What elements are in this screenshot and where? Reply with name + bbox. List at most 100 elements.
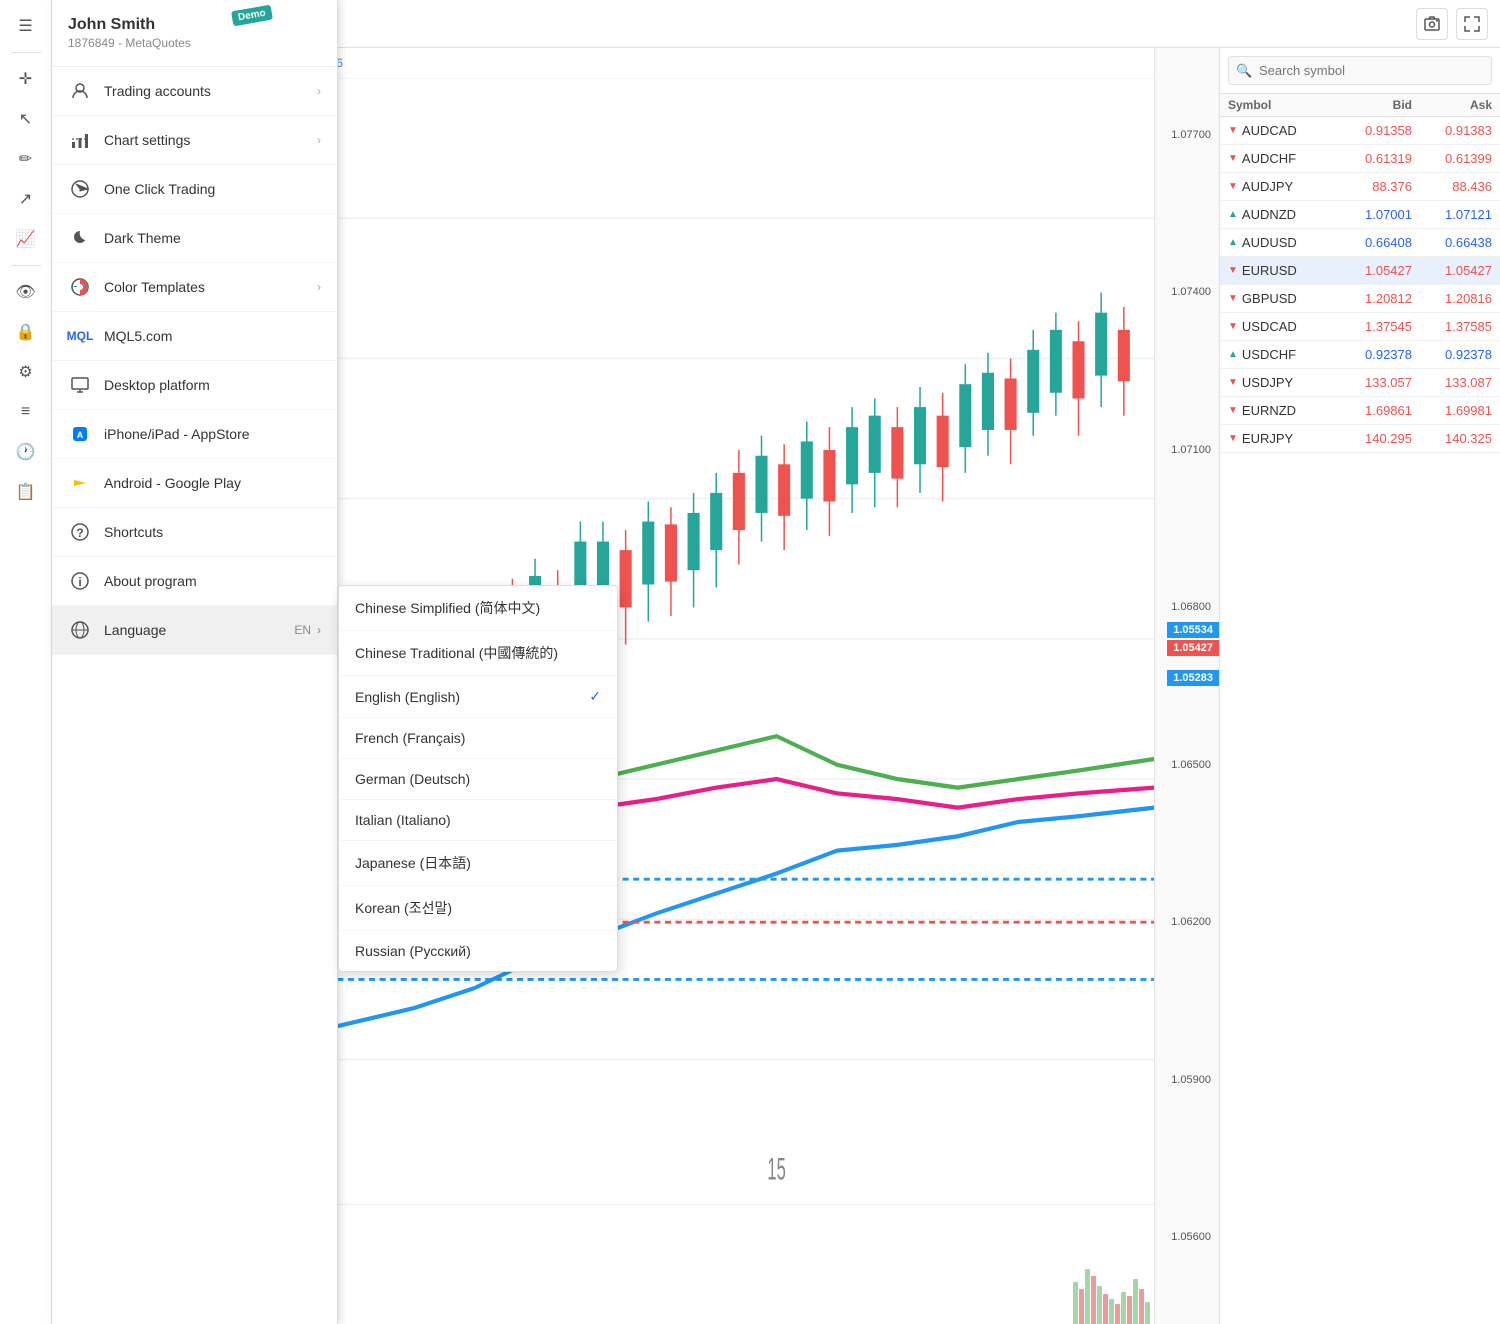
menu-overlay: John Smith 1876849 - MetaQuotes Demo Tra…	[52, 0, 338, 1324]
menu-items-list: Trading accounts › Chart settings › One …	[52, 67, 337, 1324]
ask-value: 140.325	[1412, 431, 1492, 446]
calendar-icon[interactable]: 📋	[8, 474, 44, 510]
user-account: 1876849 - MetaQuotes	[68, 36, 321, 50]
price-label: 1.07400	[1159, 286, 1215, 298]
lang-label: Japanese (日本語)	[355, 853, 471, 873]
ask-value: 88.436	[1412, 179, 1492, 194]
language-code: EN	[294, 623, 311, 637]
dark-theme-label: Dark Theme	[104, 230, 321, 246]
menu-item-one-click-trading[interactable]: One Click Trading	[52, 165, 337, 214]
price-label: 1.05900	[1159, 1074, 1215, 1086]
lang-item-chinese-traditional[interactable]: Chinese Traditional (中國傳統的)	[339, 631, 617, 676]
arrow-up-icon: ▲	[1228, 349, 1238, 360]
price-box-2: 1.05427	[1167, 640, 1219, 656]
lang-item-russian[interactable]: Russian (Русский)	[339, 931, 617, 971]
left-sidebar: ☰ ✛ ↖ ✏ ↗ 📈 👁 🔒 ⚙ ≡ 🕐 📋	[0, 0, 52, 1324]
ask-value: 133.087	[1412, 375, 1492, 390]
lang-label: Korean (조선말)	[355, 898, 452, 918]
hamburger-menu-icon[interactable]: ☰	[8, 8, 44, 44]
list-item[interactable]: ▼ EURUSD 1.05427 1.05427	[1220, 257, 1500, 285]
cursor-icon[interactable]: ↖	[8, 101, 44, 137]
svg-text:?: ?	[76, 526, 83, 540]
list-item[interactable]: ▲ AUDNZD 1.07001 1.07121	[1220, 201, 1500, 229]
screenshot-button[interactable]	[1416, 8, 1448, 40]
menu-item-desktop[interactable]: Desktop platform	[52, 361, 337, 410]
search-input[interactable]	[1228, 56, 1492, 85]
arrow-down-icon: ▼	[1228, 153, 1238, 164]
orders-icon[interactable]: ≡	[8, 394, 44, 430]
chart-icon[interactable]: 📈	[8, 221, 44, 257]
lock-icon[interactable]: 🔒	[8, 314, 44, 350]
bid-value: 0.61319	[1332, 151, 1412, 166]
trading-accounts-arrow: ›	[317, 84, 321, 98]
bid-value: 1.05427	[1332, 263, 1412, 278]
price-label: 1.06500	[1159, 759, 1215, 771]
chart-settings-arrow: ›	[317, 133, 321, 147]
price-box-1: 1.05534	[1167, 622, 1219, 638]
bid-value: 1.69861	[1332, 403, 1412, 418]
list-item[interactable]: ▲ AUDUSD 0.66408 0.66438	[1220, 229, 1500, 257]
menu-item-mql5[interactable]: MQL MQL5.com	[52, 312, 337, 361]
ask-value: 1.20816	[1412, 291, 1492, 306]
language-submenu: Chinese Simplified (简体中文) Chinese Tradit…	[338, 585, 618, 972]
one-click-trading-icon	[68, 177, 92, 201]
list-item[interactable]: ▼ EURJPY 140.295 140.325	[1220, 425, 1500, 453]
menu-item-trading-accounts[interactable]: Trading accounts ›	[52, 67, 337, 116]
watchlist-header: Symbol Bid Ask	[1220, 94, 1500, 117]
lang-item-korean[interactable]: Korean (조선말)	[339, 886, 617, 931]
list-item[interactable]: ▼ AUDCHF 0.61319 0.61399	[1220, 145, 1500, 173]
fullscreen-button[interactable]	[1456, 8, 1488, 40]
lang-item-chinese-simplified[interactable]: Chinese Simplified (简体中文)	[339, 586, 617, 631]
menu-item-about[interactable]: i About program	[52, 557, 337, 606]
menu-item-shortcuts[interactable]: ? Shortcuts	[52, 508, 337, 557]
top-right-icons	[1416, 8, 1488, 40]
bid-value: 1.37545	[1332, 319, 1412, 334]
chart-settings-label: Chart settings	[104, 132, 317, 148]
color-templates-icon	[68, 275, 92, 299]
list-item[interactable]: ▲ USDCHF 0.92378 0.92378	[1220, 341, 1500, 369]
list-item[interactable]: ▼ EURNZD 1.69861 1.69981	[1220, 397, 1500, 425]
bid-value: 0.66408	[1332, 235, 1412, 250]
lang-item-japanese[interactable]: Japanese (日本語)	[339, 841, 617, 886]
list-item[interactable]: ▼ GBPUSD 1.20812 1.20816	[1220, 285, 1500, 313]
menu-item-dark-theme[interactable]: Dark Theme	[52, 214, 337, 263]
lang-item-french[interactable]: French (Français)	[339, 718, 617, 759]
list-item[interactable]: ▼ AUDJPY 88.376 88.436	[1220, 173, 1500, 201]
ask-value: 0.61399	[1412, 151, 1492, 166]
list-item[interactable]: ▼ USDCAD 1.37545 1.37585	[1220, 313, 1500, 341]
trend-icon[interactable]: ↗	[8, 181, 44, 217]
android-icon	[68, 471, 92, 495]
mql5-icon: MQL	[68, 324, 92, 348]
menu-item-color-templates[interactable]: Color Templates ›	[52, 263, 337, 312]
pencil-icon[interactable]: ✏	[8, 141, 44, 177]
user-name: John Smith	[68, 16, 321, 34]
add-tool-icon[interactable]: ✛	[8, 61, 44, 97]
list-item[interactable]: ▼ USDJPY 133.057 133.087	[1220, 369, 1500, 397]
bid-value: 140.295	[1332, 431, 1412, 446]
settings-icon[interactable]: ⚙	[8, 354, 44, 390]
svg-text:15: 15	[767, 1152, 785, 1187]
lang-item-italian[interactable]: Italian (Italiano)	[339, 800, 617, 841]
lang-label: Italian (Italiano)	[355, 812, 451, 828]
desktop-label: Desktop platform	[104, 377, 321, 393]
list-item[interactable]: ▼ AUDCAD 0.91358 0.91383	[1220, 117, 1500, 145]
arrow-down-icon: ▼	[1228, 377, 1238, 388]
about-icon: i	[68, 569, 92, 593]
search-icon: 🔍	[1236, 63, 1252, 79]
svg-text:i: i	[78, 575, 81, 589]
menu-item-chart-settings[interactable]: Chart settings ›	[52, 116, 337, 165]
desktop-icon	[68, 373, 92, 397]
menu-item-language[interactable]: Language EN ›	[52, 606, 337, 655]
shortcuts-icon: ?	[68, 520, 92, 544]
lang-item-german[interactable]: German (Deutsch)	[339, 759, 617, 800]
eye-icon[interactable]: 👁	[8, 274, 44, 310]
history-icon[interactable]: 🕐	[8, 434, 44, 470]
arrow-up-icon: ▲	[1228, 237, 1238, 248]
arrow-down-icon: ▼	[1228, 265, 1238, 276]
menu-item-android[interactable]: Android - Google Play	[52, 459, 337, 508]
col-header-bid: Bid	[1332, 98, 1412, 112]
lang-item-english[interactable]: English (English) ✓	[339, 676, 617, 718]
language-arrow: ›	[317, 623, 321, 637]
shortcuts-label: Shortcuts	[104, 524, 321, 540]
menu-item-appstore[interactable]: A iPhone/iPad - AppStore	[52, 410, 337, 459]
